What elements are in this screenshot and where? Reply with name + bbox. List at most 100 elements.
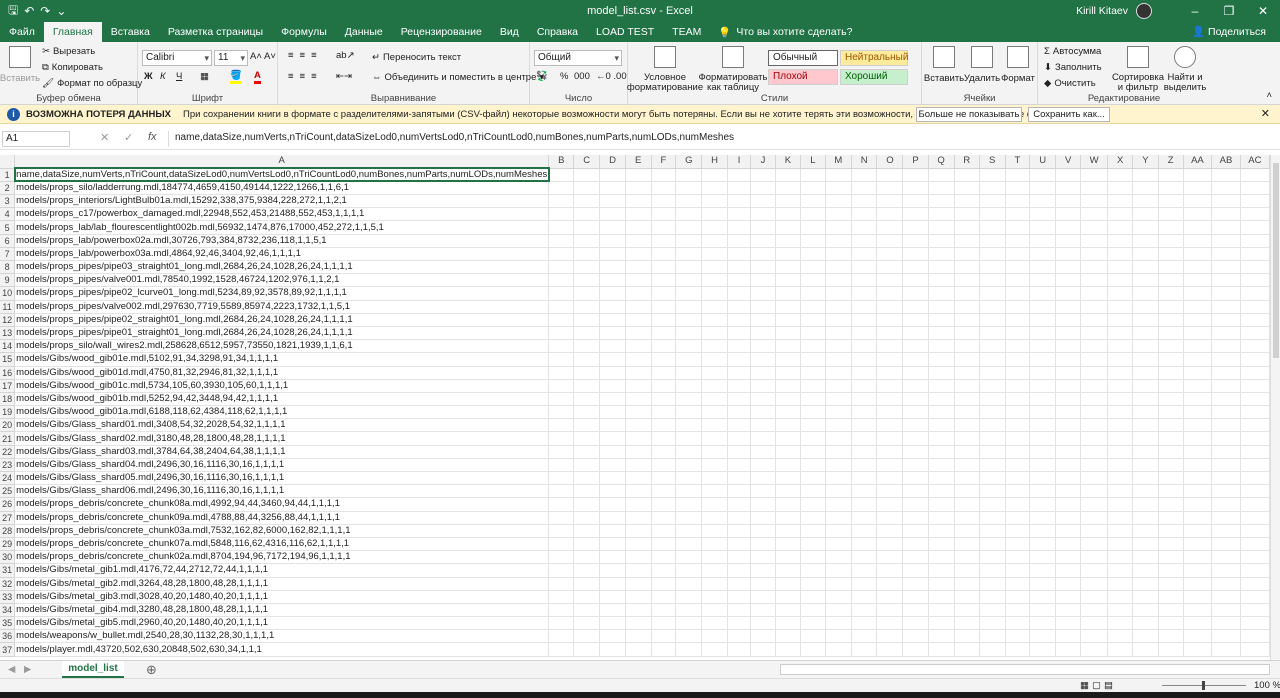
cell[interactable] bbox=[701, 366, 728, 380]
cell[interactable] bbox=[548, 563, 575, 578]
cell[interactable] bbox=[1183, 366, 1213, 380]
cell[interactable] bbox=[1132, 590, 1159, 604]
cell[interactable] bbox=[876, 366, 904, 380]
cell[interactable] bbox=[979, 379, 1006, 393]
cell[interactable] bbox=[800, 207, 826, 222]
cell[interactable] bbox=[1029, 524, 1057, 538]
cell[interactable] bbox=[1132, 168, 1159, 182]
cell[interactable] bbox=[599, 286, 626, 301]
cell[interactable] bbox=[599, 458, 626, 473]
cell[interactable] bbox=[727, 418, 752, 433]
cell[interactable] bbox=[675, 590, 703, 604]
cell[interactable] bbox=[825, 352, 853, 367]
fill-color-button[interactable]: 🪣 bbox=[230, 70, 242, 84]
cell[interactable] bbox=[1158, 260, 1184, 275]
cell[interactable] bbox=[800, 194, 826, 209]
cell[interactable] bbox=[573, 405, 601, 420]
cell[interactable] bbox=[851, 366, 878, 380]
cell[interactable] bbox=[1029, 405, 1057, 420]
cell[interactable] bbox=[851, 168, 878, 182]
cell[interactable] bbox=[902, 260, 929, 275]
cell[interactable] bbox=[1183, 207, 1213, 222]
cell[interactable] bbox=[775, 247, 802, 262]
cell[interactable] bbox=[1240, 431, 1270, 446]
cell[interactable] bbox=[775, 181, 802, 196]
cell[interactable] bbox=[1240, 642, 1270, 657]
italic-button[interactable]: К bbox=[160, 71, 166, 82]
cell[interactable] bbox=[625, 366, 652, 380]
cell[interactable] bbox=[651, 313, 677, 327]
cell[interactable] bbox=[548, 339, 575, 354]
cell[interactable] bbox=[928, 339, 955, 354]
row-header[interactable]: 34 bbox=[0, 603, 16, 618]
cell[interactable] bbox=[851, 497, 878, 512]
cell[interactable] bbox=[902, 300, 929, 314]
cell[interactable] bbox=[573, 458, 601, 473]
cell[interactable] bbox=[573, 194, 601, 209]
cell[interactable] bbox=[851, 379, 878, 393]
cell[interactable] bbox=[599, 392, 626, 407]
cell[interactable] bbox=[1183, 194, 1213, 209]
number-format-select[interactable]: Общий bbox=[534, 50, 622, 66]
cell[interactable] bbox=[1158, 603, 1184, 618]
cell[interactable] bbox=[928, 550, 955, 565]
cell[interactable] bbox=[651, 445, 677, 459]
cell[interactable] bbox=[1055, 497, 1082, 512]
cell[interactable] bbox=[1107, 339, 1134, 354]
row-header[interactable]: 1 bbox=[0, 168, 16, 182]
cell[interactable] bbox=[775, 273, 802, 288]
cell[interactable] bbox=[1107, 537, 1134, 552]
cell[interactable] bbox=[876, 577, 904, 591]
cell[interactable] bbox=[1005, 590, 1031, 604]
cell[interactable] bbox=[625, 286, 652, 301]
cell[interactable] bbox=[1183, 563, 1213, 578]
cell[interactable] bbox=[675, 168, 703, 182]
row-header[interactable]: 16 bbox=[0, 366, 16, 380]
cell[interactable] bbox=[979, 537, 1006, 552]
cell[interactable] bbox=[902, 273, 929, 288]
cell[interactable] bbox=[775, 194, 802, 209]
cell[interactable] bbox=[1029, 207, 1057, 222]
cell[interactable] bbox=[1211, 366, 1241, 380]
column-header[interactable]: C bbox=[573, 155, 601, 169]
row-header[interactable]: 8 bbox=[0, 260, 16, 275]
cell[interactable] bbox=[625, 590, 652, 604]
cell[interactable] bbox=[851, 234, 878, 248]
cell[interactable] bbox=[1132, 629, 1159, 644]
cell[interactable] bbox=[979, 629, 1006, 644]
cell[interactable] bbox=[573, 550, 601, 565]
cell[interactable] bbox=[851, 418, 878, 433]
cell[interactable] bbox=[1107, 603, 1134, 618]
horizontal-scrollbar[interactable] bbox=[780, 664, 1270, 675]
cell[interactable] bbox=[1005, 418, 1031, 433]
save-as-button[interactable]: Сохранить как... bbox=[1028, 107, 1110, 122]
cell[interactable] bbox=[625, 471, 652, 486]
cell[interactable] bbox=[599, 577, 626, 591]
cell[interactable] bbox=[800, 537, 826, 552]
cell[interactable] bbox=[1055, 352, 1082, 367]
cell[interactable] bbox=[1080, 616, 1109, 631]
cell[interactable] bbox=[876, 234, 904, 248]
cell[interactable] bbox=[1080, 379, 1109, 393]
cell[interactable] bbox=[1029, 392, 1057, 407]
cell[interactable] bbox=[727, 220, 752, 235]
cell[interactable] bbox=[750, 642, 776, 657]
cell[interactable] bbox=[1107, 247, 1134, 262]
cell[interactable] bbox=[928, 234, 955, 248]
cell[interactable] bbox=[1055, 524, 1082, 538]
row-header[interactable]: 13 bbox=[0, 326, 16, 341]
cell[interactable] bbox=[876, 550, 904, 565]
cell[interactable] bbox=[750, 366, 776, 380]
cell[interactable] bbox=[1029, 590, 1057, 604]
tab-formulas[interactable]: Формулы bbox=[272, 22, 336, 42]
vertical-scrollbar[interactable] bbox=[1270, 155, 1280, 660]
cell[interactable] bbox=[651, 286, 677, 301]
cell[interactable] bbox=[675, 471, 703, 486]
cell[interactable] bbox=[1132, 458, 1159, 473]
cell[interactable] bbox=[1055, 194, 1082, 209]
cell[interactable] bbox=[573, 431, 601, 446]
column-header[interactable]: Q bbox=[928, 155, 955, 169]
cell[interactable] bbox=[1029, 458, 1057, 473]
cell[interactable] bbox=[1211, 300, 1241, 314]
cell[interactable] bbox=[675, 550, 703, 565]
